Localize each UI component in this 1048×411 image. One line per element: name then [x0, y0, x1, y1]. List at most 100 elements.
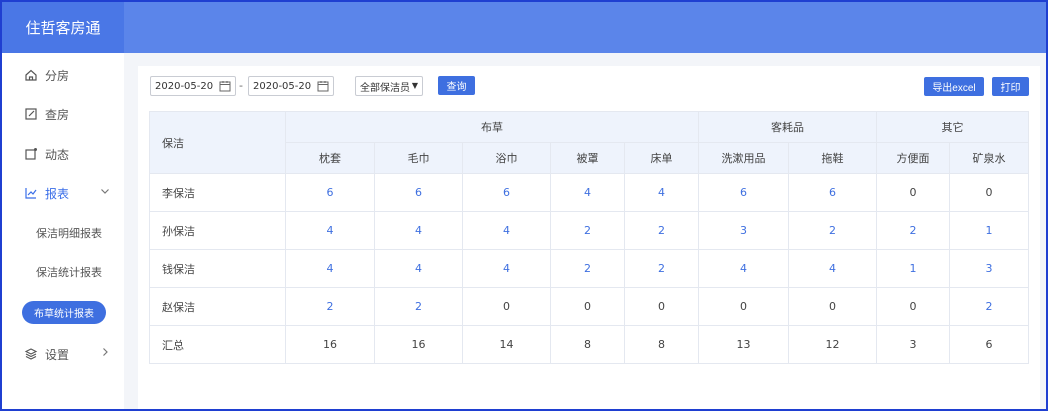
chevron-right-icon — [103, 348, 108, 356]
column-header: 枕套 — [285, 142, 375, 174]
end-date-input[interactable]: 2020-05-20 — [248, 76, 334, 96]
count-cell[interactable]: 4 — [462, 249, 551, 288]
sidebar-item-label: 设置 — [45, 347, 70, 362]
count-cell: 0 — [876, 173, 951, 212]
group-header-linen: 布草 — [284, 111, 700, 143]
calendar-icon[interactable] — [219, 80, 231, 92]
count-cell[interactable]: 2 — [623, 211, 700, 250]
count-cell[interactable]: 2 — [550, 211, 625, 250]
count-cell[interactable]: 1 — [949, 211, 1030, 250]
print-button[interactable]: 打印 — [992, 77, 1029, 96]
total-cell: 13 — [698, 325, 790, 364]
count-cell[interactable]: 2 — [285, 287, 375, 326]
count-cell[interactable]: 2 — [550, 249, 625, 288]
cleaner-select-value: 全部保洁员 — [360, 82, 410, 94]
count-cell[interactable]: 4 — [374, 249, 463, 288]
report-card: 2020-05-20 - 2020-05-20 全部保洁员 ▼ 查询 导出exc… — [138, 66, 1040, 409]
count-cell[interactable]: 3 — [949, 249, 1030, 288]
count-cell[interactable]: 6 — [462, 173, 551, 212]
count-cell: 0 — [876, 287, 951, 326]
sidebar-subitem-cleaning-stats[interactable]: 保洁统计报表 — [2, 257, 124, 287]
chevron-down-icon — [101, 189, 109, 194]
table-row: 孙保洁 4 4 4 2 2 3 2 2 1 — [149, 211, 1030, 250]
count-cell: 0 — [623, 287, 700, 326]
table-row: 汇总 16 16 14 8 8 13 12 3 6 — [149, 325, 1030, 364]
count-cell[interactable]: 2 — [949, 287, 1030, 326]
cleaner-name-cell: 赵保洁 — [149, 287, 286, 326]
count-cell[interactable]: 4 — [285, 211, 375, 250]
count-cell[interactable]: 4 — [550, 173, 625, 212]
count-cell[interactable]: 4 — [374, 211, 463, 250]
count-cell[interactable]: 1 — [876, 249, 951, 288]
total-cell: 8 — [623, 325, 700, 364]
sidebar-subitem-label: 保洁明细报表 — [36, 227, 102, 240]
count-cell[interactable]: 4 — [698, 249, 790, 288]
column-header: 拖鞋 — [788, 142, 878, 174]
cleaner-name-cell: 汇总 — [149, 325, 286, 364]
table-row: 赵保洁 2 2 0 0 0 0 0 0 2 — [149, 287, 1030, 326]
start-date-value: 2020-05-20 — [155, 80, 214, 92]
edit-doc-icon — [24, 107, 38, 121]
cleaner-name-cell: 李保洁 — [149, 173, 286, 212]
group-header-consumables: 客耗品 — [698, 111, 878, 143]
count-cell[interactable]: 6 — [788, 173, 878, 212]
count-cell[interactable]: 6 — [698, 173, 790, 212]
cleaner-select[interactable]: 全部保洁员 ▼ — [355, 76, 423, 96]
top-header — [124, 2, 1046, 53]
sidebar-subitem-cleaning-detail[interactable]: 保洁明细报表 — [2, 218, 124, 248]
count-cell: 0 — [550, 287, 625, 326]
total-cell: 3 — [876, 325, 951, 364]
sidebar-item-check-room[interactable]: 查房 — [2, 96, 124, 132]
dynamic-icon — [24, 147, 38, 161]
count-cell: 0 — [949, 173, 1030, 212]
sidebar-item-settings[interactable]: 设置 — [2, 336, 124, 372]
count-cell[interactable]: 3 — [698, 211, 790, 250]
count-cell[interactable]: 2 — [876, 211, 951, 250]
count-cell[interactable]: 2 — [623, 249, 700, 288]
count-cell: 0 — [698, 287, 790, 326]
sidebar-subitem-label: 布草统计报表 — [22, 300, 106, 324]
sidebar-item-dynamic[interactable]: 动态 — [2, 136, 124, 172]
count-cell[interactable]: 2 — [788, 211, 878, 250]
count-cell[interactable]: 4 — [788, 249, 878, 288]
table-row: 李保洁 6 6 6 4 4 6 6 0 0 — [149, 173, 1030, 212]
count-cell: 0 — [462, 287, 551, 326]
query-button[interactable]: 查询 — [438, 76, 475, 95]
count-cell[interactable]: 2 — [374, 287, 463, 326]
sidebar-item-label: 动态 — [45, 147, 70, 162]
sidebar-item-label: 报表 — [45, 186, 70, 201]
sidebar: 住哲客房通 分房 查房 动态 报表 保洁明细报表 保洁统计报表 布草统计报表 设… — [2, 2, 124, 409]
calendar-icon[interactable] — [317, 80, 329, 92]
date-range-separator: - — [239, 79, 243, 92]
home-icon — [24, 68, 38, 82]
column-header: 床单 — [623, 142, 700, 174]
count-cell[interactable]: 6 — [374, 173, 463, 212]
layers-icon — [24, 347, 38, 361]
total-cell: 16 — [285, 325, 375, 364]
cleaner-name-cell: 钱保洁 — [149, 249, 286, 288]
end-date-value: 2020-05-20 — [253, 80, 312, 92]
export-excel-button[interactable]: 导出excel — [924, 77, 984, 96]
sidebar-subitem-label: 保洁统计报表 — [36, 266, 102, 279]
start-date-input[interactable]: 2020-05-20 — [150, 76, 236, 96]
count-cell[interactable]: 4 — [623, 173, 700, 212]
total-cell: 14 — [462, 325, 551, 364]
total-cell: 12 — [788, 325, 878, 364]
table-row: 钱保洁 4 4 4 2 2 4 4 1 3 — [149, 249, 1030, 288]
column-header: 浴巾 — [462, 142, 551, 174]
count-cell[interactable]: 4 — [462, 211, 551, 250]
app-title: 住哲客房通 — [2, 2, 124, 53]
sidebar-item-reports[interactable]: 报表 — [2, 175, 124, 211]
column-header: 矿泉水 — [949, 142, 1030, 174]
total-cell: 6 — [949, 325, 1030, 364]
table-group-header-row: 保洁 布草 客耗品 其它 — [149, 111, 1030, 174]
caret-down-icon: ▼ — [411, 81, 418, 90]
count-cell[interactable]: 4 — [285, 249, 375, 288]
column-header: 被罩 — [550, 142, 625, 174]
sidebar-item-label: 分房 — [45, 68, 70, 83]
total-cell: 8 — [550, 325, 625, 364]
sidebar-subitem-linen-stats[interactable]: 布草统计报表 — [2, 297, 124, 327]
count-cell[interactable]: 6 — [285, 173, 375, 212]
sidebar-item-assign-room[interactable]: 分房 — [2, 57, 124, 93]
chart-line-icon — [24, 186, 38, 200]
